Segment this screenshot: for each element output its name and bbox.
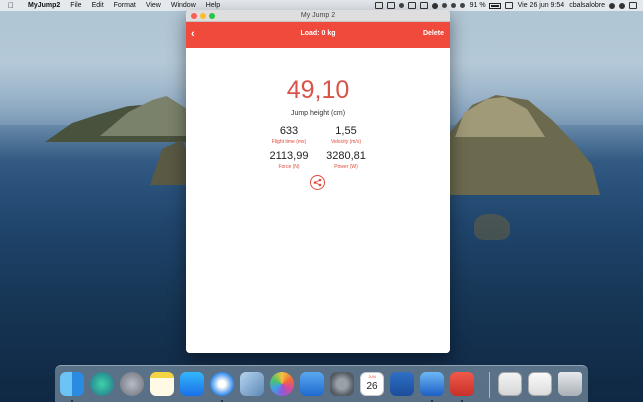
metric-label: Velocity (m/s) xyxy=(330,139,361,145)
share-icon xyxy=(313,178,322,187)
system-preferences-icon[interactable] xyxy=(330,372,354,396)
menu-app-name[interactable]: MyJump2 xyxy=(28,2,60,9)
desktop:  MyJump2 File Edit Format View Window H… xyxy=(0,0,643,402)
word-icon[interactable] xyxy=(390,372,414,396)
spotlight-icon[interactable] xyxy=(609,2,615,9)
dropbox-icon[interactable] xyxy=(374,2,383,9)
display-icon[interactable] xyxy=(419,2,428,9)
mic-icon[interactable] xyxy=(398,3,404,8)
menu-help[interactable]: Help xyxy=(206,2,220,9)
window-titlebar[interactable]: My Jump 2 xyxy=(186,10,450,22)
app-window: My Jump 2 ‹ Load: 0 kg Delete 49,10 Jump… xyxy=(186,10,450,353)
dock: JUN 26 xyxy=(55,365,588,402)
metric-velocity: 1,55 Velocity (m/s) xyxy=(306,125,386,145)
metric-label: Power (W) xyxy=(334,164,358,170)
app-header-bar: ‹ Load: 0 kg Delete xyxy=(186,22,450,48)
battery-percent[interactable]: 91 % xyxy=(470,2,486,9)
clipboard-icon[interactable] xyxy=(386,2,395,9)
metric-power: 3280,81 Power (W) xyxy=(306,150,386,170)
battery-icon[interactable] xyxy=(488,2,501,9)
siri-menubar-icon[interactable] xyxy=(619,2,625,9)
time-machine-icon[interactable] xyxy=(431,2,438,9)
metric-value: 1,55 xyxy=(335,125,357,137)
delete-button[interactable]: Delete xyxy=(423,30,444,37)
input-source-icon[interactable] xyxy=(504,2,513,9)
preview-doc-icon[interactable] xyxy=(528,372,552,396)
load-label: Load: 0 kg xyxy=(300,30,336,37)
finder-icon[interactable] xyxy=(60,372,84,396)
mail-icon[interactable] xyxy=(498,372,522,396)
menu-view[interactable]: View xyxy=(146,2,161,9)
myjump-icon[interactable] xyxy=(450,372,474,396)
siri-icon[interactable] xyxy=(90,372,114,396)
metric-value: 3280,81 xyxy=(326,150,366,162)
notes-icon[interactable] xyxy=(150,372,174,396)
menu-format[interactable]: Format xyxy=(114,2,136,9)
menu-window[interactable]: Window xyxy=(171,2,196,9)
jump-height-value: 49,10 xyxy=(286,76,350,104)
calendar-month: JUN xyxy=(368,374,376,379)
user-name[interactable]: cbalsalobre xyxy=(569,2,605,9)
bluetooth-icon[interactable] xyxy=(441,3,447,8)
calendar-day: 26 xyxy=(366,381,378,392)
safari-icon[interactable] xyxy=(210,372,234,396)
dock-separator xyxy=(489,372,490,398)
apple-menu-icon[interactable]:  xyxy=(8,1,18,10)
window-title: My Jump 2 xyxy=(300,12,336,19)
volume-icon[interactable] xyxy=(459,3,465,8)
desktop-cliff xyxy=(150,140,190,185)
jump-height-label: Jump height (cm) xyxy=(290,110,346,117)
trash-icon[interactable] xyxy=(558,372,582,396)
wifi-icon[interactable] xyxy=(450,3,456,8)
clock[interactable]: Vie 26 jun 9:54 xyxy=(518,2,565,9)
app-store-icon[interactable] xyxy=(180,372,204,396)
photos-icon[interactable] xyxy=(270,372,294,396)
launchpad-icon[interactable] xyxy=(120,372,144,396)
menu-file[interactable]: File xyxy=(70,2,81,9)
keynote-icon[interactable] xyxy=(300,372,324,396)
xcode-icon[interactable] xyxy=(420,372,444,396)
results-panel: 49,10 Jump height (cm) 633 Flight time (… xyxy=(186,48,450,353)
share-button[interactable] xyxy=(310,175,325,190)
notification-center-icon[interactable] xyxy=(629,2,637,9)
menu-edit[interactable]: Edit xyxy=(92,2,104,9)
screen-icon[interactable] xyxy=(407,2,416,9)
calendar-icon[interactable]: JUN 26 xyxy=(360,372,384,396)
preview-icon[interactable] xyxy=(240,372,264,396)
